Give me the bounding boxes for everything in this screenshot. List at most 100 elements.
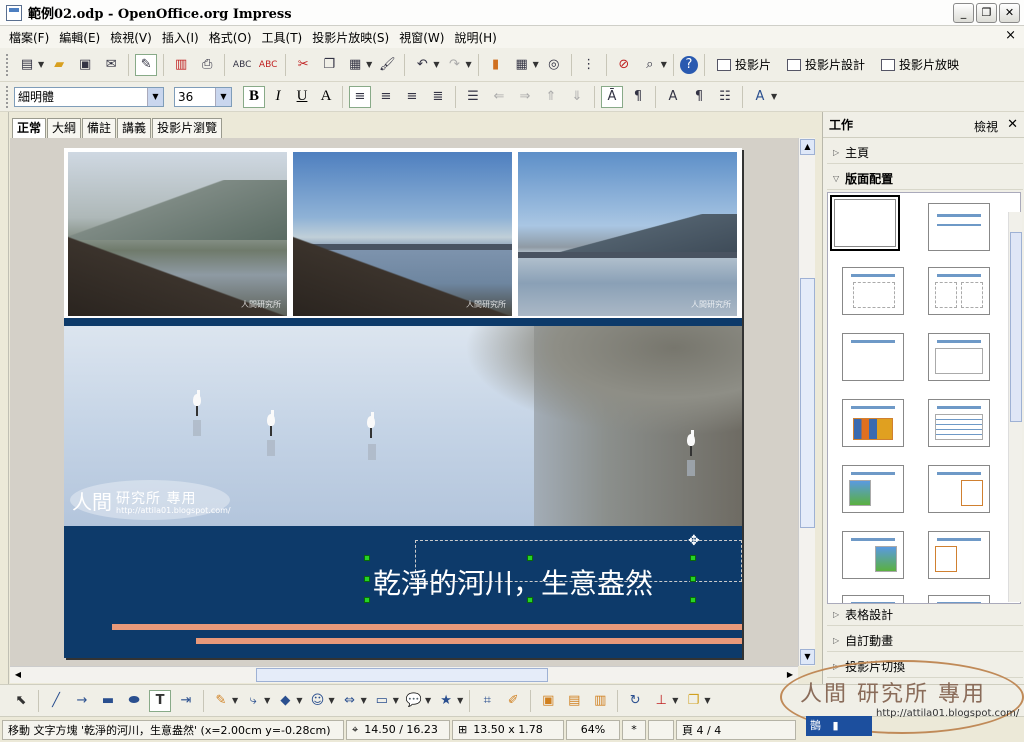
bullets-icon[interactable]: ☰ [462, 86, 484, 108]
vertical-text-icon[interactable]: ¶ [627, 86, 649, 108]
email-icon[interactable]: ✉ [100, 54, 122, 76]
resize-handle[interactable] [364, 597, 370, 603]
font-size-dropdown-icon[interactable]: ▼ [215, 87, 231, 106]
resize-handle[interactable] [364, 555, 370, 561]
close-document-icon[interactable]: × [1005, 28, 1016, 43]
basic-shapes-icon[interactable]: ◆ [274, 690, 296, 712]
move-up-icon[interactable]: ⇑ [540, 86, 562, 108]
scroll-thumb[interactable] [800, 278, 815, 528]
undo-icon[interactable]: ↶ [411, 54, 433, 76]
layout-scrollbar[interactable] [1008, 212, 1022, 602]
promote-icon[interactable]: ⇐ [488, 86, 510, 108]
slideshow-button[interactable]: 投影片放映 [873, 54, 967, 76]
symbol-shapes-icon[interactable]: ☺ [306, 690, 328, 712]
tab-slide-sorter[interactable]: 投影片瀏覽 [152, 118, 223, 138]
shadow-button[interactable]: A [315, 86, 337, 108]
resize-handle[interactable] [527, 597, 533, 603]
fontwork-icon[interactable]: ▣ [537, 690, 559, 712]
block-arrows-icon[interactable]: ⇔ [339, 690, 361, 712]
underline-button[interactable]: U [291, 86, 313, 108]
arrange-dropdown-icon[interactable]: ▼ [704, 696, 710, 705]
menu-window[interactable]: 視窗(W) [394, 29, 449, 46]
menu-slideshow[interactable]: 投影片放映(S) [307, 29, 394, 46]
layout-title-table[interactable] [928, 399, 990, 447]
river-photo-3[interactable]: 人間研究所 [518, 152, 737, 316]
block-arrows-dropdown-icon[interactable]: ▼ [361, 696, 367, 705]
menu-file[interactable]: 檔案(F) [4, 29, 54, 46]
resize-handle[interactable] [527, 555, 533, 561]
line-arrow-icon[interactable]: → [71, 690, 93, 712]
connector-icon[interactable]: ⤷ [242, 690, 264, 712]
flowchart-icon[interactable]: ▭ [371, 690, 393, 712]
scroll-left-icon[interactable]: ◀ [10, 668, 26, 682]
font-size-box[interactable]: 36 ▼ [174, 86, 232, 107]
alignment-dropdown-icon[interactable]: ▼ [672, 696, 678, 705]
curve-dropdown-icon[interactable]: ▼ [232, 696, 238, 705]
left-splitter[interactable] [0, 112, 9, 684]
align-right-icon[interactable]: ≡ [401, 86, 423, 108]
layout-title-chart-text[interactable] [928, 531, 990, 579]
layout-title-text-clipart[interactable] [842, 531, 904, 579]
slide[interactable]: 人間研究所 人間研究所 人間研究所 人間 研究所 專用 http://attil… [64, 148, 742, 658]
gallery-icon[interactable]: ▥ [589, 690, 611, 712]
resize-handle[interactable] [690, 555, 696, 561]
export-pdf-icon[interactable]: ▥ [170, 54, 192, 76]
layout-blank[interactable] [830, 195, 900, 251]
table-icon[interactable]: ▦ [511, 54, 533, 76]
river-photo-2[interactable]: 人間研究所 [293, 152, 512, 316]
accent-line[interactable] [196, 638, 742, 644]
section-custom-animation[interactable]: ▷ 自訂動畫 [827, 630, 1023, 652]
new-document-icon[interactable]: ▤ [16, 54, 38, 76]
layout-more-1[interactable] [842, 595, 904, 603]
menu-format[interactable]: 格式(O) [204, 29, 257, 46]
paste-icon[interactable]: ▦ [344, 54, 366, 76]
menu-help[interactable]: 說明(H) [449, 29, 501, 46]
text-direction-icon[interactable]: Ā [601, 85, 623, 108]
table-dropdown-icon[interactable]: ▼ [533, 60, 539, 69]
section-layouts[interactable]: ▽ 版面配置 [827, 168, 1023, 190]
arrange-icon[interactable]: ❐ [682, 690, 704, 712]
chart-icon[interactable]: ▮ [485, 54, 507, 76]
help-icon[interactable]: ? [679, 55, 698, 74]
river-photo-1[interactable]: 人間研究所 [68, 152, 287, 316]
menu-tools[interactable]: 工具(T) [257, 29, 308, 46]
layout-centered-text[interactable] [928, 333, 990, 381]
tab-handout[interactable]: 講義 [117, 118, 152, 138]
rectangle-icon[interactable]: ▬ [97, 690, 119, 712]
navigator-icon[interactable]: ⊘ [613, 54, 635, 76]
connector-dropdown-icon[interactable]: ▼ [264, 696, 270, 705]
resize-handle[interactable] [364, 576, 370, 582]
ellipse-icon[interactable]: ⬬ [123, 690, 145, 712]
layout-title-only[interactable] [928, 203, 990, 251]
copy-icon[interactable]: ❐ [318, 54, 340, 76]
bold-button[interactable]: B [243, 85, 265, 108]
zoom-dropdown-icon[interactable]: ▼ [661, 60, 667, 69]
align-center-icon[interactable]: ≡ [375, 86, 397, 108]
basic-shapes-dropdown-icon[interactable]: ▼ [296, 696, 302, 705]
edit-canvas[interactable]: 人間研究所 人間研究所 人間研究所 人間 研究所 專用 http://attil… [10, 138, 798, 666]
status-signature[interactable] [648, 719, 674, 740]
resize-handle[interactable] [690, 576, 696, 582]
alignment-icon[interactable]: ⊥ [650, 690, 672, 712]
tab-outline[interactable]: 大綱 [47, 118, 82, 138]
paragraph-icon[interactable]: ¶ [688, 86, 710, 108]
character-icon[interactable]: A [662, 86, 684, 108]
title-text-box[interactable]: 乾淨的河川，生意盎然 [364, 555, 696, 603]
tab-notes[interactable]: 備註 [82, 118, 117, 138]
print-icon[interactable]: ⎙ [196, 54, 218, 76]
slide-design-button[interactable]: 投影片設計 [779, 54, 873, 76]
font-name-dropdown-icon[interactable]: ▼ [147, 87, 163, 106]
points-icon[interactable]: ⌗ [476, 690, 498, 712]
scroll-thumb[interactable] [256, 668, 548, 682]
layout-title-clipart-text[interactable] [842, 465, 904, 513]
line-icon[interactable]: ╱ [45, 690, 67, 712]
stars-dropdown-icon[interactable]: ▼ [457, 696, 463, 705]
restore-button[interactable]: ❐ [976, 3, 997, 23]
scroll-down-icon[interactable]: ▼ [800, 649, 815, 665]
slide-button[interactable]: 投影片 [709, 54, 779, 76]
save-icon[interactable]: ▣ [74, 54, 96, 76]
minimize-button[interactable]: _ [953, 3, 974, 23]
layout-title-2content[interactable] [928, 267, 990, 315]
accent-line[interactable] [112, 624, 742, 630]
from-file-icon[interactable]: ▤ [563, 690, 585, 712]
